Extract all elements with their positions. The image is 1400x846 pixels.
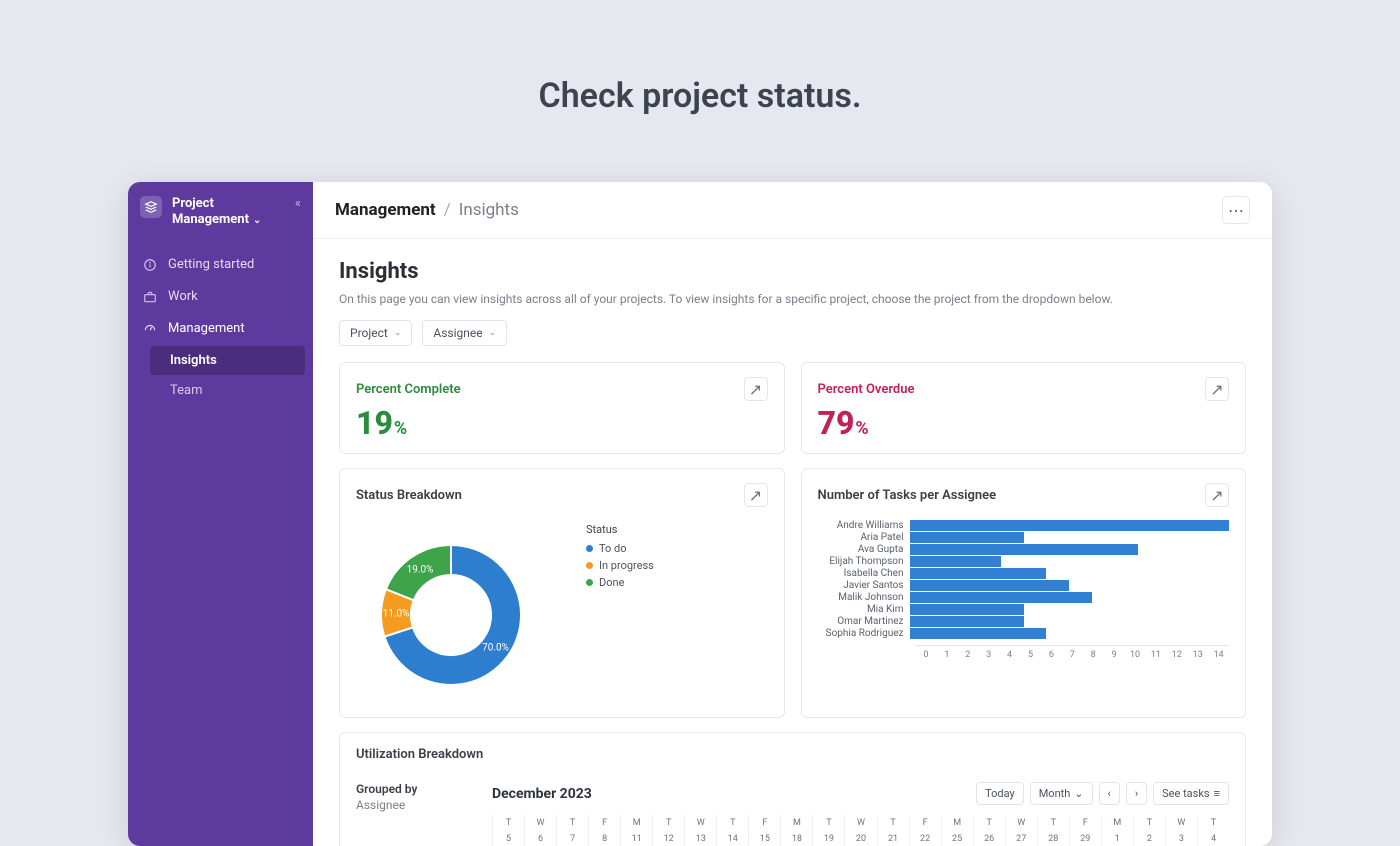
expand-button[interactable]: ↗ (744, 483, 768, 507)
sidebar-item-label: Getting started (168, 257, 254, 272)
chevron-left-icon: ‹ (1108, 787, 1111, 800)
card-title: Number of Tasks per Assignee (818, 488, 997, 503)
sidebar-subitem-insights[interactable]: Insights (150, 346, 305, 375)
range-select[interactable]: Month⌄ (1030, 782, 1093, 805)
expand-button[interactable]: ↗ (744, 377, 768, 401)
bar-row: Isabella Chen (818, 568, 1230, 579)
bar-row: Ava Gupta (818, 544, 1230, 555)
filter-bar: Project⌄ Assignee⌄ (339, 320, 1246, 346)
list-icon: ≡ (1214, 787, 1220, 800)
gauge-icon (142, 321, 158, 337)
sidebar-item-label: Work (168, 289, 198, 304)
see-tasks-button[interactable]: See tasks ≡ (1153, 782, 1229, 805)
chevron-right-icon: › (1135, 787, 1138, 800)
bar-row: Aria Patel (818, 532, 1230, 543)
bar-row: Malik Johnson (818, 592, 1230, 603)
calendar-grid: TWTFMTWTFMTWTFMTWTFMTWT56781112131415181… (492, 815, 1229, 846)
briefcase-icon (142, 289, 158, 305)
bar-row: Mia Kim (818, 604, 1230, 615)
arrow-up-right-icon: ↗ (1210, 486, 1223, 505)
collapse-sidebar-button[interactable]: « (295, 196, 301, 211)
topbar: Management / Insights ⋯ (313, 182, 1272, 239)
svg-text:70.0%: 70.0% (482, 642, 509, 653)
sidebar-item-label: Management (168, 321, 245, 336)
assignee-filter[interactable]: Assignee⌄ (422, 320, 507, 346)
content-area: Insights On this page you can view insig… (313, 239, 1272, 846)
main-panel: Management / Insights ⋯ Insights On this… (313, 182, 1272, 846)
utilization-card: Utilization Breakdown Grouped by Assigne… (339, 732, 1246, 846)
card-title: Status Breakdown (356, 488, 462, 503)
month-label: December 2023 (492, 786, 592, 802)
page-description: On this page you can view insights acros… (339, 292, 1246, 306)
arrow-up-right-icon: ↗ (749, 380, 762, 399)
svg-text:11.0%: 11.0% (383, 608, 410, 619)
project-filter[interactable]: Project⌄ (339, 320, 412, 346)
card-title: Percent Overdue (818, 382, 915, 397)
next-button[interactable]: › (1126, 782, 1147, 805)
legend-item: In progress (586, 559, 654, 572)
bar-row: Javier Santos (818, 580, 1230, 591)
expand-button[interactable]: ↗ (1205, 377, 1229, 401)
sidebar: Project Management⌄ « Getting started Wor… (128, 182, 313, 846)
sidebar-item-getting-started[interactable]: Getting started (128, 249, 313, 281)
arrow-up-right-icon: ↗ (749, 486, 762, 505)
bar-chart: Andre WilliamsAria PatelAva GuptaElijah … (818, 513, 1230, 660)
legend-item: To do (586, 542, 654, 555)
breadcrumb-leaf: Insights (459, 200, 519, 220)
workspace-title[interactable]: Project Management⌄ (172, 196, 285, 229)
bar-row: Omar Martinez (818, 616, 1230, 627)
app-window: Project Management⌄ « Getting started Wor… (128, 182, 1272, 846)
metric-value: 79% (818, 407, 1230, 439)
sidebar-subitem-team[interactable]: Team (150, 376, 305, 405)
percent-complete-card: Percent Complete ↗ 19% (339, 362, 785, 454)
chevron-down-icon: ⌄ (394, 328, 402, 338)
metric-value: 19% (356, 407, 768, 439)
prev-button[interactable]: ‹ (1099, 782, 1120, 805)
grouped-by-label: Grouped by (356, 782, 476, 796)
expand-button[interactable]: ↗ (1205, 483, 1229, 507)
breadcrumb: Management / Insights (335, 200, 519, 220)
bar-row: Elijah Thompson (818, 556, 1230, 567)
donut-legend: Status To doIn progressDone (586, 523, 654, 703)
svg-text:19.0%: 19.0% (407, 565, 434, 576)
percent-overdue-card: Percent Overdue ↗ 79% (801, 362, 1247, 454)
grouped-by-value: Assignee (356, 798, 476, 812)
card-title: Percent Complete (356, 382, 461, 397)
arrow-up-right-icon: ↗ (1210, 380, 1223, 399)
more-menu-button[interactable]: ⋯ (1222, 196, 1250, 224)
sidebar-item-management[interactable]: Management (128, 313, 313, 345)
chevron-down-icon: ⌄ (253, 215, 261, 228)
app-logo-icon (140, 196, 162, 218)
chevron-down-icon: ⌄ (1074, 787, 1083, 800)
page-title: Insights (339, 259, 1246, 284)
today-button[interactable]: Today (976, 782, 1024, 805)
ellipsis-icon: ⋯ (1228, 201, 1244, 220)
tasks-per-assignee-card: Number of Tasks per Assignee ↗ Andre Wil… (801, 468, 1247, 718)
bar-row: Andre Williams (818, 520, 1230, 531)
donut-chart: 70.0% 11.0% 19.0% (356, 523, 556, 703)
breadcrumb-root[interactable]: Management (335, 200, 436, 220)
sidebar-item-work[interactable]: Work (128, 281, 313, 313)
bar-row: Sophia Rodriguez (818, 628, 1230, 639)
hero-heading: Check project status. (0, 0, 1400, 158)
card-title: Utilization Breakdown (356, 747, 483, 762)
chevron-down-icon: ⌄ (489, 328, 497, 338)
info-icon (142, 257, 158, 273)
legend-item: Done (586, 576, 654, 589)
status-breakdown-card: Status Breakdown ↗ 70.0%11.0%19.0% Statu… (339, 468, 785, 718)
